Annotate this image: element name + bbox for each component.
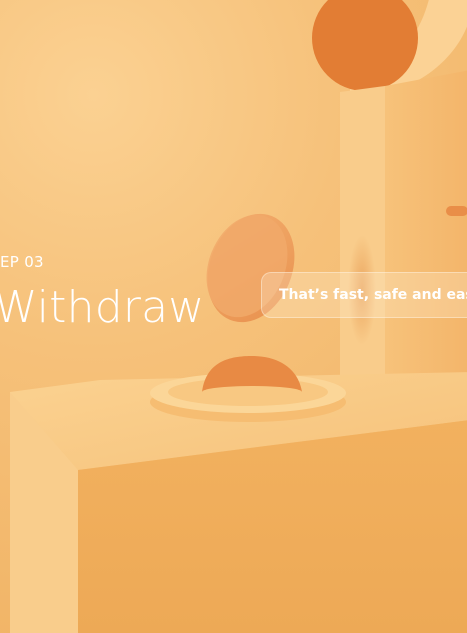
column-shape bbox=[340, 70, 467, 412]
onboarding-slide: EP 03 Withdraw That’s fast, safe and eas… bbox=[0, 0, 467, 633]
step-label: EP 03 bbox=[0, 253, 44, 271]
coin-plate-shape bbox=[150, 356, 346, 422]
tagline-pill: That’s fast, safe and easy! bbox=[261, 272, 467, 318]
page-title: Withdraw bbox=[0, 282, 205, 333]
tagline-text: That’s fast, safe and easy! bbox=[279, 287, 467, 303]
